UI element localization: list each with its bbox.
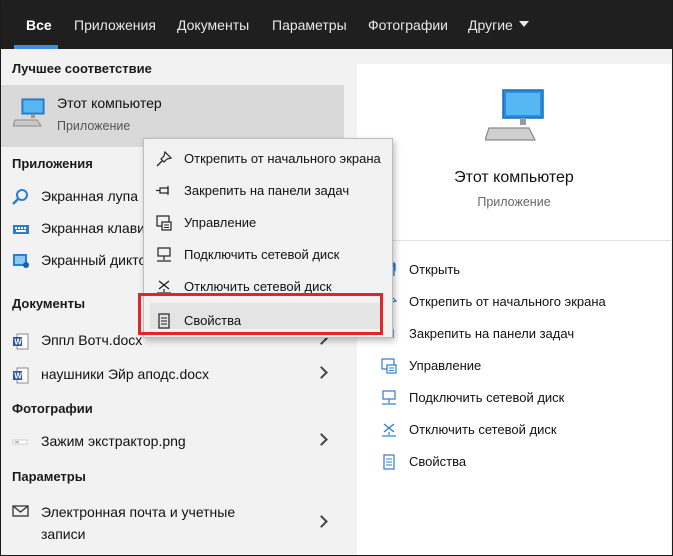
chevron-right-icon[interactable]: [315, 433, 328, 446]
svg-text:W: W: [14, 338, 22, 347]
list-item-label-line2: записи: [41, 526, 86, 542]
menu-item-unpin-start[interactable]: Открепить от начального экрана: [144, 143, 392, 173]
tab-documents[interactable]: Документы: [177, 1, 249, 49]
tab-all[interactable]: Все: [26, 1, 52, 49]
map-drive-icon: [381, 390, 397, 406]
tab-more-label: Другие: [468, 17, 513, 33]
list-item-email-accounts[interactable]: Электронная почта и учетные записи: [1, 497, 344, 545]
pin-taskbar-icon: [156, 183, 172, 199]
tab-more[interactable]: Другие: [468, 1, 529, 49]
search-tabs-bar: Все Приложения Документы Параметры Фотог…: [1, 1, 672, 49]
word-doc-icon: W: [12, 367, 30, 384]
best-match-subtitle: Приложение: [57, 119, 131, 133]
computer-icon: [13, 98, 47, 128]
list-item-label: Экранная лупа: [41, 188, 139, 204]
preview-title: Этот компьютер: [454, 169, 574, 186]
menu-item-pin-taskbar[interactable]: Закрепить на панели задач: [144, 175, 392, 205]
settings-header: Параметры: [12, 469, 86, 484]
menu-item-map-drive[interactable]: Подключить сетевой диск: [144, 239, 392, 269]
keyboard-icon: [12, 221, 30, 237]
tab-settings[interactable]: Параметры: [272, 1, 347, 49]
properties-icon: [381, 454, 397, 470]
best-match-header: Лучшее соответствие: [12, 61, 152, 76]
photos-header: Фотографии: [12, 401, 93, 416]
menu-item-label: Закрепить на панели задач: [184, 183, 350, 198]
action-label: Свойства: [409, 454, 467, 469]
list-item-label: наушники Эйр аподс.docx: [41, 366, 210, 382]
computer-icon: [485, 88, 547, 144]
map-drive-icon: [156, 247, 172, 263]
list-item-label: Эппл Вотч.docx: [41, 332, 143, 348]
preview-subtitle: Приложение: [477, 195, 551, 209]
menu-item-label: Отключить сетевой диск: [184, 279, 332, 294]
chevron-right-icon[interactable]: [315, 366, 328, 379]
tab-apps[interactable]: Приложения: [74, 1, 156, 49]
action-label: Закрепить на панели задач: [409, 326, 575, 341]
unpin-icon: [156, 151, 172, 167]
action-label: Отключить сетевой диск: [409, 422, 557, 437]
manage-icon: [156, 215, 172, 231]
mail-icon: [12, 503, 30, 519]
magnifier-icon: [12, 189, 30, 205]
action-label: Открыть: [409, 262, 461, 277]
list-item-label-line1: Электронная почта и учетные: [41, 504, 236, 520]
menu-item-label: Подключить сетевой диск: [184, 247, 340, 262]
best-match-title: Этот компьютер: [57, 95, 162, 111]
action-label: Открепить от начального экрана: [409, 294, 606, 309]
chevron-right-icon[interactable]: [315, 515, 328, 528]
action-label: Подключить сетевой диск: [409, 390, 565, 405]
svg-text:W: W: [14, 372, 22, 381]
properties-highlight-box: [138, 293, 383, 335]
manage-icon: [381, 358, 397, 374]
list-item-label: Электронная почта и учетные записи: [41, 501, 235, 545]
image-file-icon: [12, 434, 30, 450]
apps-header: Приложения: [12, 156, 93, 171]
preview-pane: Этот компьютер Приложение Открыть Откреп…: [357, 64, 671, 555]
list-item-doc-2[interactable]: W наушники Эйр аподс.docx: [1, 359, 344, 391]
search-window: Все Приложения Документы Параметры Фотог…: [0, 0, 673, 556]
word-doc-icon: W: [12, 333, 30, 350]
preview-header: Этот компьютер Приложение: [357, 64, 671, 241]
menu-item-label: Открепить от начального экрана: [184, 151, 381, 166]
list-item-photo[interactable]: Зажим экстрактор.png: [1, 426, 344, 458]
documents-header: Документы: [12, 296, 86, 311]
menu-item-manage[interactable]: Управление: [144, 207, 392, 237]
tab-photos[interactable]: Фотографии: [368, 1, 448, 49]
disconnect-drive-icon: [381, 422, 397, 438]
chevron-down-icon: [518, 21, 529, 28]
list-item-label: Экранный диктор: [41, 252, 155, 268]
narrator-icon: [12, 253, 30, 269]
action-label: Управление: [409, 358, 482, 373]
list-item-label: Зажим экстрактор.png: [41, 433, 186, 449]
menu-item-label: Управление: [184, 215, 257, 230]
